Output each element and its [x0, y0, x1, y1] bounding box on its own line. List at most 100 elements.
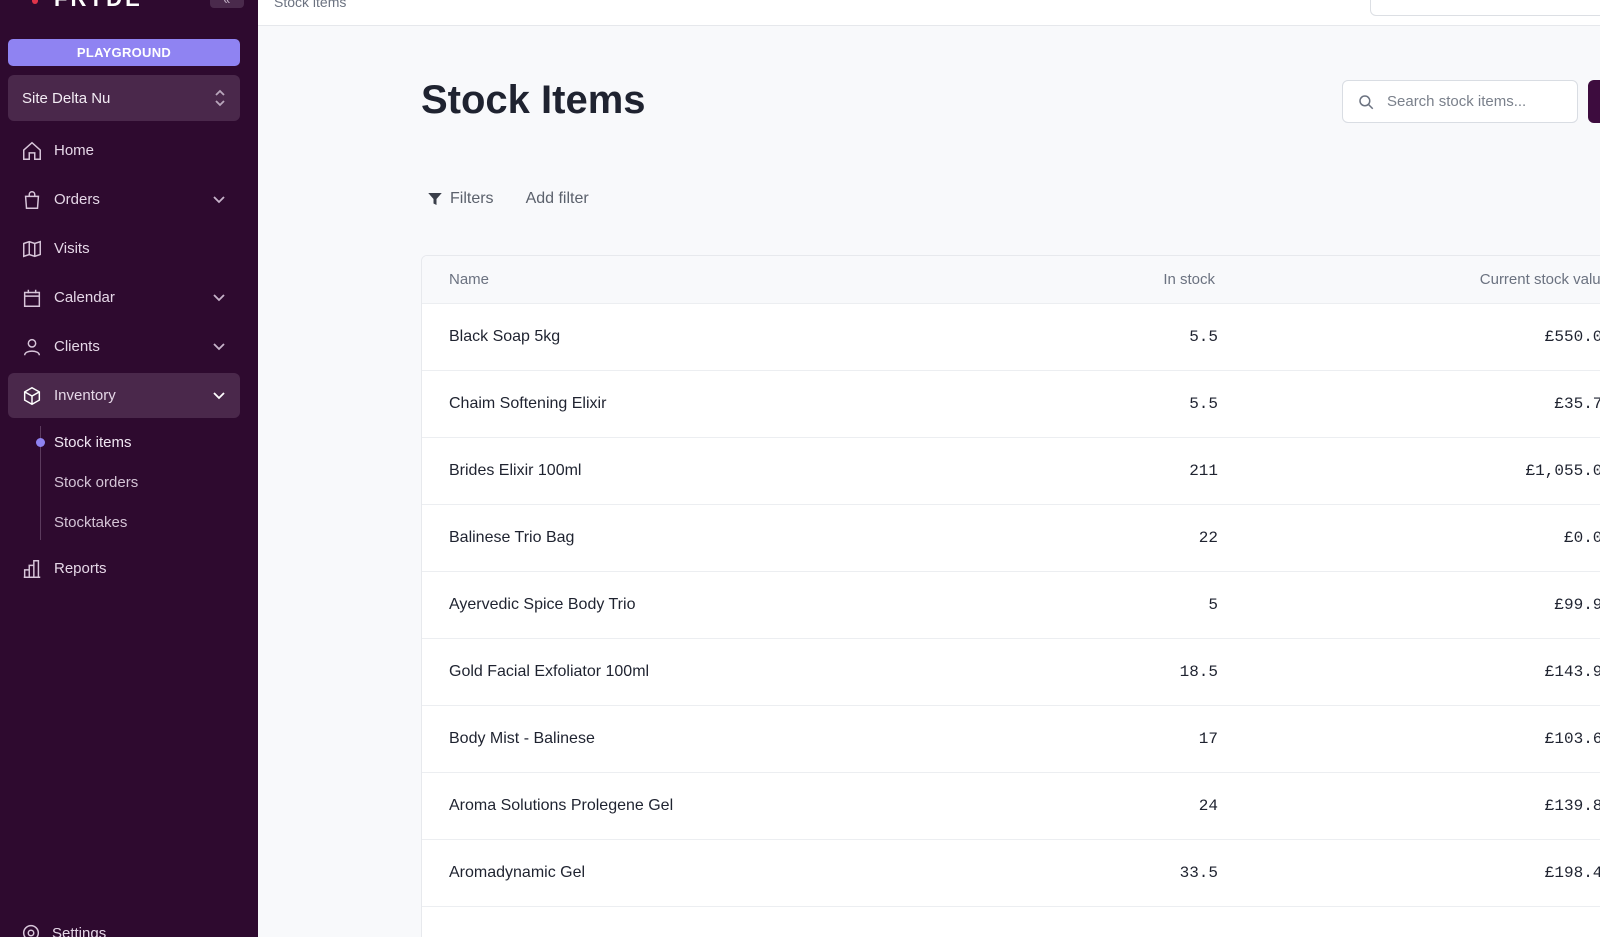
sidebar-item-reports[interactable]: Reports — [8, 546, 240, 591]
logo-row: FRYDE « — [24, 0, 244, 12]
cell-name: Chaim Softening Elixir — [449, 395, 607, 412]
table-row[interactable]: Ayervedic Spice Body Trio 5 £99.94 — [422, 572, 1600, 639]
global-search-input[interactable] — [1370, 0, 1600, 16]
cell-in-stock: 33.5 — [1179, 864, 1218, 882]
sidebar-nav: Home Orders Visits Calendar Clients Inve… — [8, 128, 240, 595]
bar-chart-icon — [20, 557, 44, 581]
subnav-item-stock-items[interactable]: Stock items — [30, 422, 240, 462]
cell-name: Aroma Solutions Prolegene Gel — [449, 797, 674, 814]
cell-name: Aromadynamic Gel — [449, 864, 586, 881]
cell-in-stock: 24 — [1198, 797, 1218, 815]
cell-stock-value: £35.76 — [1554, 395, 1600, 413]
sidebar-item-label: Reports — [54, 560, 107, 577]
add-filter-button[interactable]: Add filter — [526, 190, 589, 208]
filters-row: Filters Add filter — [426, 190, 589, 208]
cell-in-stock: 211 — [1189, 462, 1218, 480]
sidebar-item-settings[interactable]: Settings — [20, 922, 106, 937]
home-icon — [20, 139, 44, 163]
chevron-up-down-icon — [214, 88, 226, 108]
chevron-down-icon — [212, 290, 226, 304]
gear-icon — [22, 924, 40, 937]
sidebar-item-orders[interactable]: Orders — [8, 177, 240, 222]
active-dot-icon — [36, 438, 45, 447]
sidebar-item-clients[interactable]: Clients — [8, 324, 240, 369]
site-selector[interactable]: Site Delta Nu — [8, 75, 240, 121]
table-row[interactable]: Aroma Solutions Prolegene Gel 24 £139.84 — [422, 773, 1600, 840]
funnel-icon — [428, 193, 442, 205]
cell-in-stock: 18.5 — [1179, 663, 1218, 681]
logo-mark-icon — [32, 0, 38, 4]
cell-name: Body Mist - Balinese — [449, 730, 595, 747]
stock-search-input[interactable] — [1387, 93, 1557, 110]
subnav-item-label: Stock items — [54, 433, 132, 451]
subnav-item-stock-orders[interactable]: Stock orders — [30, 462, 240, 502]
table-row[interactable]: Brides Elixir 100ml 211 £1,055.00 — [422, 438, 1600, 505]
table-row[interactable]: Black Soap 5kg 5.5 £550.00 — [422, 304, 1600, 371]
subnav-item-label: Stock orders — [54, 473, 139, 491]
cell-stock-value: £1,055.00 — [1525, 462, 1600, 480]
column-header-stock-value[interactable]: Current stock value — [1480, 271, 1600, 288]
column-header-in-stock[interactable]: In stock — [1163, 271, 1215, 288]
sidebar-item-label: Orders — [54, 191, 100, 208]
cell-stock-value: £139.84 — [1544, 797, 1600, 815]
cell-stock-value: £103.63 — [1544, 730, 1600, 748]
table-row[interactable]: Aromadynamic Gel 33.5 £198.49 — [422, 840, 1600, 907]
sidebar-item-calendar[interactable]: Calendar — [8, 275, 240, 320]
cell-in-stock: 22 — [1198, 529, 1218, 547]
topbar: Stock items — [258, 0, 1600, 26]
cell-in-stock: 17 — [1198, 730, 1218, 748]
cube-icon — [20, 384, 44, 408]
cell-name: Black Soap 5kg — [449, 328, 561, 345]
cell-stock-value: £99.94 — [1554, 596, 1600, 614]
cell-stock-value: £550.00 — [1544, 328, 1600, 346]
sidebar-item-label: Inventory — [54, 387, 116, 404]
sidebar-item-visits[interactable]: Visits — [8, 226, 240, 271]
subnav-item-stocktakes[interactable]: Stocktakes — [30, 502, 240, 542]
chevron-down-icon — [212, 339, 226, 353]
stock-items-table: Name In stock Current stock value Black … — [421, 255, 1600, 937]
table-body: Black Soap 5kg 5.5 £550.00 Chaim Softening … — [422, 304, 1600, 907]
calendar-icon — [20, 286, 44, 310]
cell-in-stock: 5.5 — [1189, 328, 1218, 346]
chevron-down-icon — [212, 388, 226, 402]
breadcrumb[interactable]: Stock items — [274, 0, 346, 10]
map-icon — [20, 237, 44, 261]
sidebar-item-label: Settings — [52, 924, 107, 937]
sidebar-item-inventory[interactable]: Inventory — [8, 373, 240, 418]
cell-name: Balinese Trio Bag — [449, 529, 575, 546]
sidebar-item-label: Home — [54, 142, 95, 159]
table-header: Name In stock Current stock value — [422, 256, 1600, 304]
users-icon — [20, 335, 44, 359]
search-icon — [1359, 94, 1374, 109]
logo[interactable]: FRYDE — [54, 0, 143, 12]
table-row[interactable]: Body Mist - Balinese 17 £103.63 — [422, 706, 1600, 773]
chevron-down-icon — [212, 192, 226, 206]
bag-icon — [20, 188, 44, 212]
table-row[interactable]: Chaim Softening Elixir 5.5 £35.76 — [422, 371, 1600, 438]
cell-in-stock: 5.5 — [1189, 395, 1218, 413]
cell-name: Ayervedic Spice Body Trio — [449, 596, 636, 613]
table-row[interactable]: Gold Facial Exfoliator 100ml 18.5 £143.92 — [422, 639, 1600, 706]
filters-button[interactable]: Filters — [426, 190, 494, 208]
sidebar-item-home[interactable]: Home — [8, 128, 240, 173]
column-header-name[interactable]: Name — [449, 271, 489, 288]
sidebar-item-label: Clients — [54, 338, 100, 355]
environment-badge: PLAYGROUND — [8, 39, 240, 66]
page-title: Stock Items — [421, 78, 646, 122]
subnav-item-label: Stocktakes — [54, 513, 128, 531]
cell-name: Gold Facial Exfoliator 100ml — [449, 663, 650, 680]
cell-stock-value: £0.00 — [1563, 529, 1600, 547]
inventory-subnav: Stock items Stock orders Stocktakes — [30, 422, 240, 542]
sidebar: FRYDE « PLAYGROUND Site Delta Nu Home Or… — [0, 0, 258, 937]
collapse-sidebar-button[interactable]: « — [210, 0, 244, 8]
table-row[interactable]: Balinese Trio Bag 22 £0.00 — [422, 505, 1600, 572]
cell-name: Brides Elixir 100ml — [449, 462, 582, 479]
cell-stock-value: £143.92 — [1544, 663, 1600, 681]
stock-search-box[interactable] — [1342, 80, 1578, 123]
site-selector-label: Site Delta Nu — [22, 89, 111, 107]
sidebar-item-label: Visits — [54, 240, 90, 257]
filters-label: Filters — [450, 190, 494, 207]
add-stock-item-button[interactable] — [1588, 80, 1600, 123]
cell-stock-value: £198.49 — [1544, 864, 1600, 882]
sidebar-item-label: Calendar — [54, 289, 115, 306]
